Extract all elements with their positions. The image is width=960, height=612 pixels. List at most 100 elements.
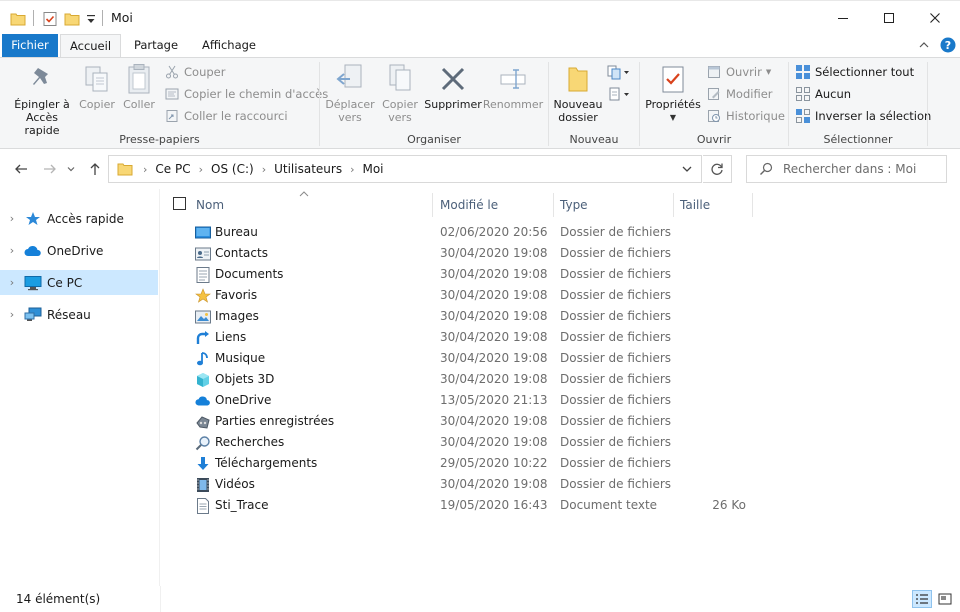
sort-ascending-icon (299, 186, 309, 200)
tab-view[interactable]: Affichage (196, 34, 262, 57)
expand-chevron-icon[interactable]: › (0, 308, 24, 321)
open-group: Propriétés ▼ Ouvrir ▼ Modifier Historiqu… (640, 58, 788, 149)
breadcrumb-this-pc[interactable]: Ce PC (155, 162, 190, 176)
file-modified: 30/04/2020 19:08 (440, 267, 548, 281)
edit-icon (706, 86, 722, 102)
nav-item-onedrive[interactable]: › OneDrive (0, 238, 158, 263)
address-field[interactable]: › Ce PC › OS (C:) › Utilisateurs › Moi (108, 155, 702, 183)
column-header-size[interactable]: Taille (680, 193, 710, 217)
file-row-parties-enregistrees[interactable]: Parties enregistrées 30/04/2020 19:08 Doss… (191, 411, 751, 432)
minimize-button[interactable] (820, 1, 866, 35)
tab-share[interactable]: Partage (128, 34, 184, 57)
column-header-modified[interactable]: Modifié le (440, 193, 498, 217)
file-type: Dossier de fichiers (560, 330, 672, 344)
expand-chevron-icon[interactable]: › (0, 212, 24, 225)
file-row-favoris[interactable]: Favoris 30/04/2020 19:08 Dossier de fichie… (191, 285, 751, 306)
cut-button[interactable]: Couper (164, 62, 225, 82)
new-item-button[interactable] (607, 64, 631, 83)
details-view-button[interactable] (912, 590, 932, 608)
pin-quick-access-button[interactable]: Épingler à Accès rapide (8, 62, 76, 137)
chevron-right-icon[interactable]: › (199, 163, 203, 176)
delete-button[interactable]: Supprimer (424, 62, 482, 111)
refresh-button[interactable] (703, 155, 732, 183)
file-row-musique[interactable]: Musique 30/04/2020 19:08 Dossier de fichie… (191, 348, 751, 369)
close-button[interactable] (912, 1, 958, 35)
computer-icon (24, 275, 42, 291)
paste-shortcut-button[interactable]: Coller le raccourci (164, 106, 288, 126)
file-row-contacts[interactable]: Contacts 30/04/2020 19:08 Dossier de fichi… (191, 243, 751, 264)
nav-item-quick-access[interactable]: › Accès rapide (0, 206, 158, 231)
file-row-images[interactable]: Images 30/04/2020 19:08 Dossier de fichier… (191, 306, 751, 327)
history-button[interactable]: Historique (706, 106, 785, 126)
file-name: Vidéos (215, 477, 255, 491)
file-name: Favoris (215, 288, 258, 302)
pictures-icon (195, 309, 211, 325)
file-row-liens[interactable]: Liens 30/04/2020 19:08 Dossier de fichiers (191, 327, 751, 348)
file-row-videos[interactable]: Vidéos 30/04/2020 19:08 Dossier de fichier… (191, 474, 751, 495)
file-modified: 30/04/2020 19:08 (440, 309, 548, 323)
select-group: Sélectionner tout Aucun Inverser la séle… (789, 58, 931, 149)
up-button[interactable] (85, 159, 105, 179)
breadcrumb-moi[interactable]: Moi (362, 162, 383, 176)
file-modified: 30/04/2020 19:08 (440, 330, 548, 344)
paste-button[interactable]: Coller (119, 62, 159, 111)
chevron-right-icon[interactable]: › (143, 163, 147, 176)
customize-toolbar-icon[interactable] (86, 9, 96, 29)
copy-button[interactable]: Copier (76, 62, 118, 111)
properties-quick-icon[interactable] (42, 9, 58, 29)
select-none-button[interactable]: Aucun (795, 84, 851, 104)
expand-chevron-icon[interactable]: › (0, 244, 24, 257)
rename-button[interactable]: Renommer (482, 62, 544, 111)
file-type: Dossier de fichiers (560, 267, 672, 281)
file-size (677, 369, 746, 390)
file-row-sti-trace[interactable]: Sti_Trace 19/05/2020 16:43 Document texte 2… (191, 495, 751, 516)
select-all-button[interactable]: Sélectionner tout (795, 62, 914, 82)
copy-path-icon (164, 86, 180, 102)
open-button[interactable]: Ouvrir ▼ (706, 62, 771, 82)
new-group: Nouveau dossier Nouveau (549, 58, 639, 149)
collapse-ribbon-icon[interactable] (918, 39, 930, 54)
back-button[interactable] (11, 159, 31, 179)
move-to-button[interactable]: Déplacer vers (322, 62, 378, 124)
file-row-recherches[interactable]: Recherches 30/04/2020 19:08 Dossier de fic… (191, 432, 751, 453)
maximize-button[interactable] (866, 1, 912, 35)
breadcrumb: › Ce PC › OS (C:) › Utilisateurs › Moi (117, 156, 384, 182)
column-header-name[interactable]: Nom (196, 193, 224, 217)
edit-button[interactable]: Modifier (706, 84, 773, 104)
properties-button[interactable]: Propriétés ▼ (644, 62, 702, 124)
invert-selection-label: Inverser la sélection (815, 109, 932, 123)
breadcrumb-users[interactable]: Utilisateurs (274, 162, 342, 176)
file-row-documents[interactable]: Documents 30/04/2020 19:08 Dossier de fich… (191, 264, 751, 285)
file-modified: 30/04/2020 19:08 (440, 351, 548, 365)
file-row-objets-3d[interactable]: Objets 3D 30/04/2020 19:08 Dossier de fich… (191, 369, 751, 390)
file-row-telechargements[interactable]: Téléchargements 29/05/2020 10:22 Dossier d… (191, 453, 751, 474)
invert-selection-button[interactable]: Inverser la sélection (795, 106, 931, 126)
chevron-right-icon[interactable]: › (262, 163, 266, 176)
nav-item-network[interactable]: › Réseau (0, 302, 158, 327)
copy-path-button[interactable]: Copier le chemin d'accès (164, 84, 328, 104)
forward-button[interactable] (40, 159, 60, 179)
large-icons-view-button[interactable] (935, 590, 955, 608)
file-size (677, 285, 746, 306)
file-size (677, 222, 746, 243)
file-row-bureau[interactable]: Bureau 02/06/2020 20:56 Dossier de fichier… (191, 222, 751, 243)
column-header-type[interactable]: Type (560, 193, 588, 217)
copy-to-button[interactable]: Copier vers (376, 62, 424, 124)
chevron-right-icon[interactable]: › (350, 163, 354, 176)
recent-locations-button[interactable] (64, 159, 78, 179)
file-name: Sti_Trace (215, 498, 269, 512)
new-folder-button[interactable]: Nouveau dossier (553, 62, 603, 124)
new-folder-quick-icon[interactable] (64, 9, 80, 29)
address-history-dropdown[interactable] (681, 163, 693, 178)
nav-item-this-pc[interactable]: › Ce PC (0, 270, 158, 295)
expand-chevron-icon[interactable]: › (0, 276, 24, 289)
help-icon[interactable]: ? (940, 37, 956, 56)
file-row-onedrive[interactable]: OneDrive 13/05/2020 21:13 Dossier de fichi… (191, 390, 751, 411)
tab-home[interactable]: Accueil (60, 34, 121, 58)
breadcrumb-os-drive[interactable]: OS (C:) (211, 162, 254, 176)
tab-file[interactable]: Fichier (2, 34, 58, 57)
properties-label: Propriétés (645, 98, 701, 111)
easy-access-button[interactable] (607, 86, 631, 105)
select-all-checkbox[interactable] (173, 197, 186, 210)
search-box[interactable]: Rechercher dans : Moi (746, 155, 947, 183)
